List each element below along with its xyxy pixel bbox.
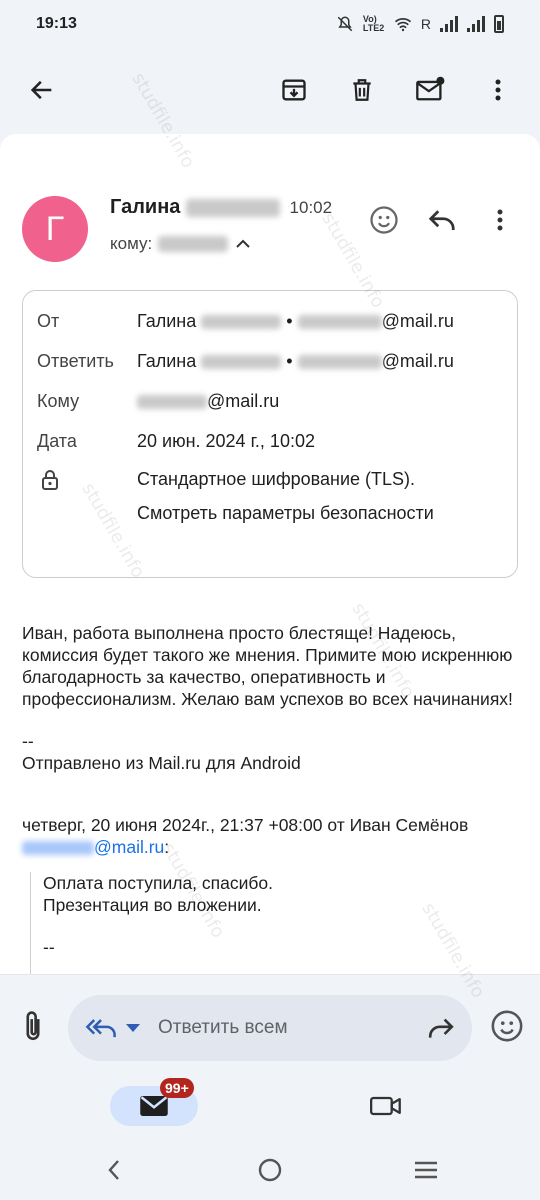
quote-separator: -- bbox=[43, 937, 55, 957]
quote-header-text: четверг, 20 июня 2024г., 21:37 +08:00 от… bbox=[22, 815, 469, 835]
from-name: Галина bbox=[137, 311, 197, 331]
chevron-left-icon bbox=[108, 1160, 119, 1180]
email-time: 10:02 bbox=[289, 198, 333, 217]
sender-name: Галина 10:02 bbox=[110, 196, 332, 219]
reply-to-name: Галина bbox=[137, 351, 197, 371]
header-actions bbox=[362, 198, 522, 242]
roaming-label: R bbox=[420, 16, 431, 32]
more-options-button[interactable] bbox=[474, 66, 522, 114]
status-icons: Vo) LTE2 R bbox=[336, 15, 504, 33]
battery-icon bbox=[494, 15, 504, 33]
reply-to-label: Ответить bbox=[37, 351, 114, 371]
reply-icon bbox=[428, 210, 455, 230]
wifi-icon bbox=[394, 18, 411, 32]
email-body: Иван, работа выполнена просто блестяще! … bbox=[22, 623, 513, 709]
email-screen: 19:13 Vo) LTE2 R Г Галина 10:02 кому: От… bbox=[0, 0, 540, 1200]
unread-badge: 99+ bbox=[160, 1078, 194, 1098]
email-toolbar bbox=[0, 48, 540, 132]
reply-bar: Ответить всем bbox=[0, 974, 540, 1078]
back-button[interactable] bbox=[18, 66, 66, 114]
mark-unread-button[interactable] bbox=[406, 66, 454, 114]
emoji-icon[interactable] bbox=[490, 1009, 524, 1043]
tab-mail[interactable]: 99+ bbox=[110, 1078, 198, 1126]
reply-to-domain: @mail.ru bbox=[381, 351, 454, 371]
delete-icon bbox=[353, 79, 371, 101]
signature-separator: -- bbox=[22, 731, 34, 751]
mark-unread-icon bbox=[416, 76, 445, 101]
redacted-to-user bbox=[137, 395, 207, 410]
recipient-toggle[interactable]: кому: bbox=[110, 234, 252, 254]
reply-placeholder: Ответить всем bbox=[158, 1017, 288, 1038]
from-value: Галина • @mail.ru bbox=[137, 311, 454, 331]
lock-icon bbox=[41, 469, 59, 496]
archive-button[interactable] bbox=[270, 66, 318, 114]
bottom-navigation: 99+ bbox=[0, 1078, 540, 1140]
paperclip-icon bbox=[26, 1011, 40, 1040]
encryption-text: Стандартное шифрование (TLS). bbox=[137, 469, 416, 489]
reply-all-icon bbox=[85, 1019, 116, 1038]
email-content: Г Галина 10:02 кому: От Галина • @mail.r… bbox=[0, 134, 540, 974]
system-home-button[interactable] bbox=[250, 1152, 290, 1188]
more-vert-icon bbox=[495, 79, 501, 101]
quoted-message: Оплата поступила, спасибо. Презентация в… bbox=[30, 872, 520, 974]
forward-icon[interactable] bbox=[426, 1016, 456, 1040]
sender-first-name: Галина bbox=[110, 196, 181, 218]
tab-meet[interactable] bbox=[362, 1088, 410, 1124]
status-time: 19:13 bbox=[36, 15, 77, 32]
to-detail-label: Кому bbox=[37, 391, 80, 411]
menu-lines-icon bbox=[415, 1161, 437, 1179]
react-emoji-button[interactable] bbox=[362, 198, 406, 242]
emoji-icon bbox=[370, 206, 398, 234]
redacted-quote-user bbox=[22, 841, 94, 856]
redacted-recipient bbox=[158, 236, 229, 252]
delete-button[interactable] bbox=[338, 66, 386, 114]
date-value: 20 июн. 2024 г., 10:02 bbox=[137, 431, 315, 451]
from-label: От bbox=[37, 311, 60, 331]
volte-label: Vo) LTE2 bbox=[362, 14, 385, 33]
attach-button[interactable] bbox=[18, 1009, 48, 1045]
mute-notifications-icon bbox=[337, 16, 353, 32]
reply-all-field[interactable]: Ответить всем bbox=[68, 995, 472, 1061]
redacted-reply-surname bbox=[201, 355, 282, 370]
arrow-back-icon bbox=[30, 80, 52, 100]
system-back-button[interactable] bbox=[94, 1152, 134, 1188]
system-navigation bbox=[0, 1140, 540, 1200]
status-bar: 19:13 Vo) LTE2 R bbox=[0, 0, 540, 48]
signature-text: Отправлено из Mail.ru для Android bbox=[22, 753, 301, 773]
to-detail-value: @mail.ru bbox=[137, 391, 279, 412]
message-more-button[interactable] bbox=[478, 198, 522, 242]
quote-colon: : bbox=[164, 837, 170, 857]
mail-icon bbox=[140, 1096, 168, 1116]
from-domain: @mail.ru bbox=[381, 311, 454, 331]
redacted-reply-user bbox=[297, 355, 382, 370]
videocam-icon bbox=[370, 1096, 401, 1116]
sender-header: Г Галина 10:02 кому: bbox=[22, 190, 522, 270]
chevron-up-icon bbox=[236, 239, 250, 248]
reply-button[interactable] bbox=[420, 198, 464, 242]
to-label: кому: bbox=[110, 234, 153, 253]
quote-email-link[interactable]: @mail.ru bbox=[94, 837, 164, 857]
signal-icon-2 bbox=[467, 16, 485, 32]
date-label: Дата bbox=[37, 431, 77, 451]
quote-line-2: Презентация во вложении. bbox=[43, 895, 262, 915]
avatar[interactable]: Г bbox=[22, 196, 88, 262]
reply-to-value: Галина • @mail.ru bbox=[137, 351, 454, 371]
home-circle-icon bbox=[258, 1158, 282, 1182]
signal-icon bbox=[440, 16, 458, 32]
more-vert-icon bbox=[497, 209, 503, 231]
to-domain: @mail.ru bbox=[207, 391, 280, 411]
quote-line-1: Оплата поступила, спасибо. bbox=[43, 873, 274, 893]
redacted-from-surname bbox=[201, 315, 282, 330]
chevron-down-icon[interactable] bbox=[124, 1022, 142, 1034]
email-signature: -- Отправлено из Mail.ru для Android bbox=[22, 730, 301, 774]
redacted-from-user bbox=[297, 315, 382, 330]
archive-icon bbox=[282, 79, 306, 101]
quote-header: четверг, 20 июня 2024г., 21:37 +08:00 от… bbox=[22, 814, 522, 858]
system-recents-button[interactable] bbox=[406, 1152, 446, 1188]
security-details-link[interactable]: Смотреть параметры безопасности bbox=[137, 503, 434, 524]
redacted-surname bbox=[185, 198, 280, 217]
message-details: От Галина • @mail.ru Ответить Галина • @… bbox=[22, 290, 518, 578]
